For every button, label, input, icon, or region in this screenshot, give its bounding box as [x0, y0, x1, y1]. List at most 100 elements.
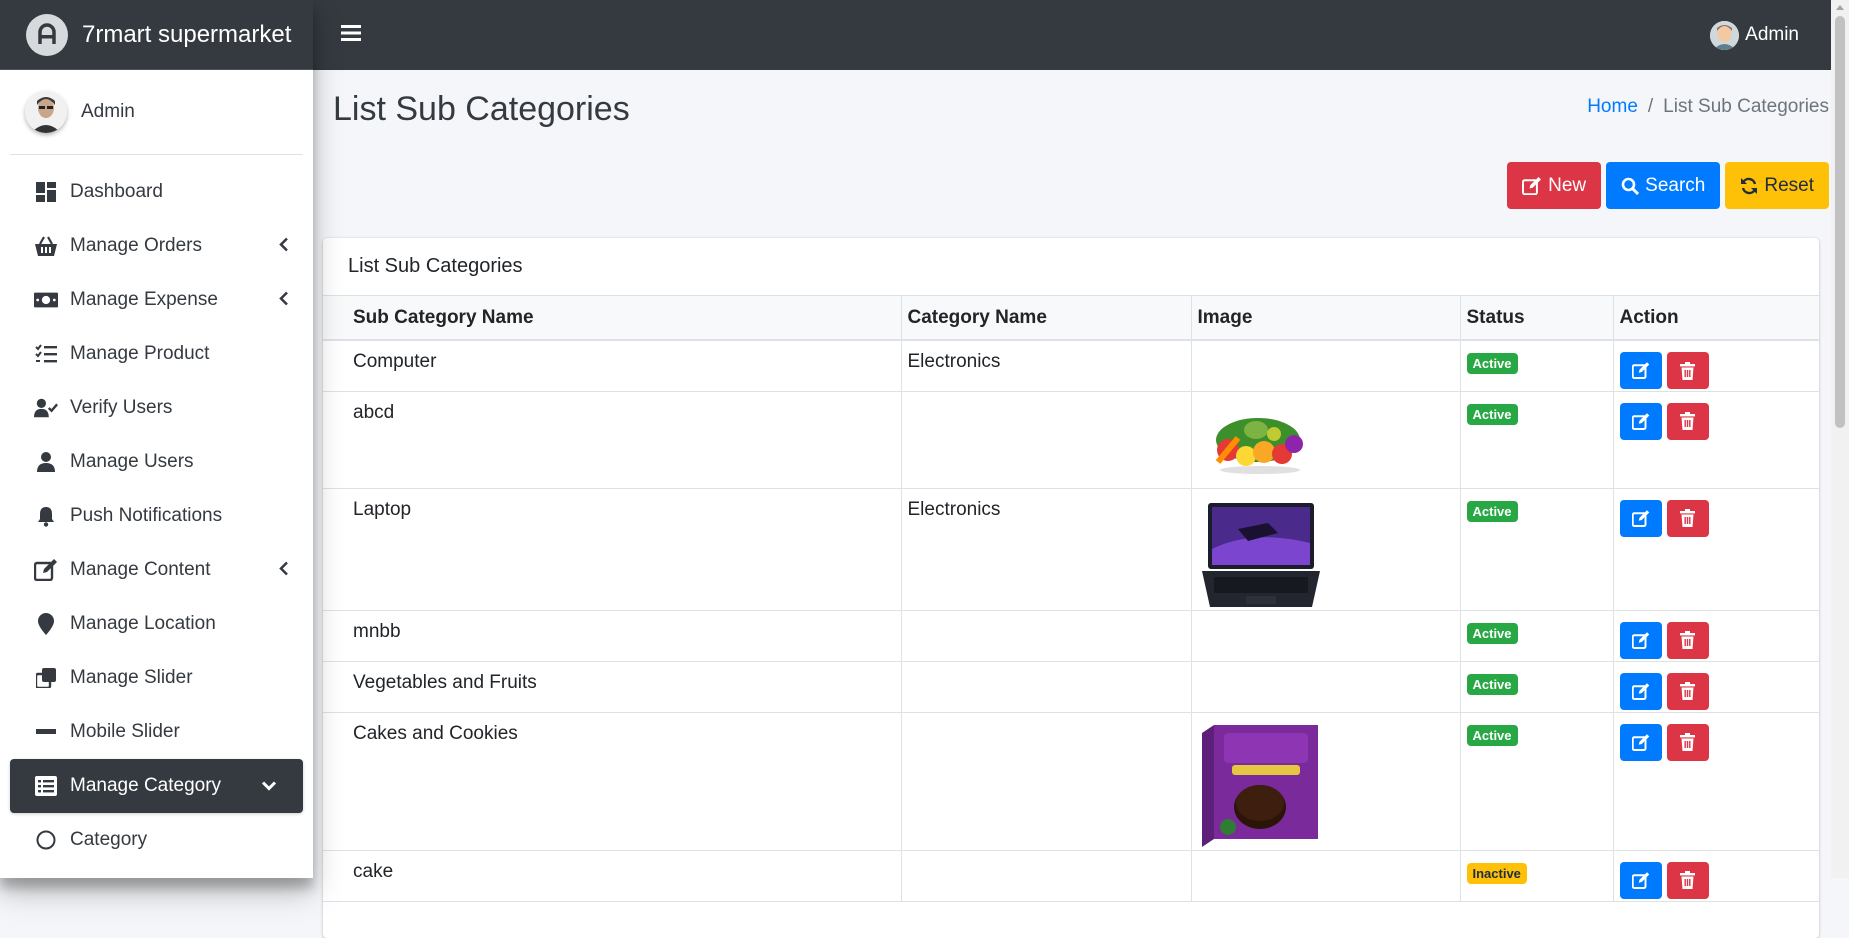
map-marker-icon	[34, 612, 58, 636]
trash-icon	[1680, 361, 1695, 380]
edit-icon	[1631, 631, 1649, 649]
sidebar-item-manage-slider[interactable]: Manage Slider	[10, 651, 303, 705]
card-title: List Sub Categories	[323, 238, 1819, 296]
subcategory-name: cake	[323, 850, 902, 902]
category-name	[901, 610, 1192, 662]
sidebar-item-manage-location[interactable]: Manage Location	[10, 597, 303, 651]
status-cell: Active	[1460, 391, 1614, 489]
sidebar-item-push-notifications[interactable]: Push Notifications	[10, 489, 303, 543]
sidebar-item-dashboard[interactable]: Dashboard	[10, 165, 303, 219]
subcategory-name: Vegetables and Fruits	[323, 661, 902, 713]
image-cell	[1191, 850, 1461, 902]
edit-button[interactable]	[1619, 499, 1662, 537]
edit-button[interactable]	[1619, 621, 1662, 659]
subcategory-name: Laptop	[323, 488, 902, 611]
search-button[interactable]: Search	[1606, 162, 1721, 209]
sidebar-item-label: Push Notifications	[70, 505, 223, 526]
hamburger-menu-icon[interactable]	[341, 24, 361, 47]
column-header: Action	[1613, 296, 1819, 341]
table-row: Vegetables and Fruits Active	[323, 661, 1819, 713]
delete-button[interactable]	[1666, 499, 1709, 537]
dashboard-icon	[34, 180, 58, 204]
table-row: Computer Electronics Active	[323, 340, 1819, 392]
toolbar: New Search Reset	[1507, 162, 1829, 209]
edit-button[interactable]	[1619, 352, 1662, 389]
top-user-name: Admin	[1745, 24, 1799, 45]
sidebar-item-category[interactable]: Category	[10, 813, 303, 867]
trash-icon	[1680, 631, 1695, 649]
top-user-menu[interactable]: Admin	[1710, 20, 1799, 50]
delete-button[interactable]	[1666, 723, 1709, 761]
sidebar-item-mobile-slider[interactable]: Mobile Slider	[10, 705, 303, 759]
sidebar-item-manage-users[interactable]: Manage Users	[10, 435, 303, 489]
minus-icon	[34, 720, 58, 744]
sidebar: 7rmart supermarket Admin Dashboard Manag	[0, 0, 313, 878]
circle-icon	[34, 828, 58, 852]
action-cell	[1613, 661, 1819, 713]
chevron-down-icon	[261, 776, 277, 797]
status-badge: Active	[1466, 622, 1518, 644]
category-name	[901, 661, 1192, 713]
edit-icon	[1631, 412, 1649, 430]
subcategory-name: Computer	[323, 340, 902, 392]
edit-button[interactable]	[1619, 861, 1662, 899]
brand[interactable]: 7rmart supermarket	[0, 0, 313, 70]
delete-button[interactable]	[1666, 672, 1709, 710]
vegetables-image	[1197, 401, 1318, 482]
sidebar-item-label: Category	[70, 829, 148, 850]
breadcrumb-home-link[interactable]: Home	[1587, 96, 1638, 118]
edit-button[interactable]	[1619, 402, 1662, 440]
delete-button[interactable]	[1666, 861, 1709, 899]
delete-button[interactable]	[1666, 402, 1709, 440]
scroll-up-icon[interactable]	[1836, 5, 1844, 10]
sidebar-item-manage-content[interactable]: Manage Content	[10, 543, 303, 597]
subcategory-name: mnbb	[323, 610, 902, 662]
trash-icon	[1680, 682, 1695, 700]
delete-button[interactable]	[1666, 352, 1709, 389]
bell-icon	[34, 504, 58, 528]
reset-button[interactable]: Reset	[1725, 162, 1829, 209]
subcategory-table: Sub Category Name Category Name Image St…	[323, 296, 1819, 902]
category-name	[901, 391, 1192, 489]
chevron-left-icon	[279, 290, 289, 311]
sidebar-item-manage-product[interactable]: Manage Product	[10, 327, 303, 381]
sidebar-item-label: Manage Category	[70, 775, 222, 796]
edit-button[interactable]	[1619, 672, 1662, 710]
list-alt-icon	[34, 774, 58, 798]
sidebar-item-label: Manage Slider	[70, 667, 193, 688]
new-button[interactable]: New	[1507, 162, 1602, 209]
trash-icon	[1680, 412, 1695, 430]
status-cell: Active	[1460, 488, 1614, 611]
action-cell	[1613, 340, 1819, 392]
column-header: Image	[1191, 296, 1461, 341]
brand-logo-icon	[26, 13, 68, 56]
user-icon	[34, 450, 58, 474]
sidebar-item-manage-category[interactable]: Manage Category	[10, 759, 303, 813]
column-header: Category Name	[901, 296, 1192, 341]
table-row: Cakes and Cookies Active	[323, 712, 1819, 851]
sidebar-item-label: Dashboard	[70, 181, 163, 202]
sidebar-item-manage-expense[interactable]: Manage Expense	[10, 273, 303, 327]
sidebar-user-panel[interactable]: Admin	[10, 70, 303, 155]
avatar	[25, 91, 67, 133]
image-cell	[1191, 340, 1461, 392]
action-cell	[1613, 850, 1819, 902]
topbar: Admin	[313, 0, 1831, 70]
page-scrollbar[interactable]	[1831, 0, 1849, 878]
delete-button[interactable]	[1666, 621, 1709, 659]
clone-icon	[34, 666, 58, 690]
scrollbar-thumb[interactable]	[1835, 16, 1845, 428]
status-cell: Active	[1460, 712, 1614, 851]
sidebar-item-manage-orders[interactable]: Manage Orders	[10, 219, 303, 273]
sidebar-nav: Dashboard Manage Orders Manage Expense M…	[0, 155, 313, 867]
dark-fantasy-box-image	[1197, 722, 1320, 849]
sidebar-item-label: Manage Product	[70, 343, 210, 364]
sidebar-item-verify-users[interactable]: Verify Users	[10, 381, 303, 435]
chevron-left-icon	[279, 236, 289, 257]
table-row: Laptop Electronics Active	[323, 488, 1819, 611]
edit-icon	[1631, 871, 1649, 889]
edit-icon	[1631, 362, 1649, 379]
subcategory-name: abcd	[323, 391, 902, 489]
column-header: Sub Category Name	[323, 296, 902, 341]
edit-button[interactable]	[1619, 723, 1662, 761]
